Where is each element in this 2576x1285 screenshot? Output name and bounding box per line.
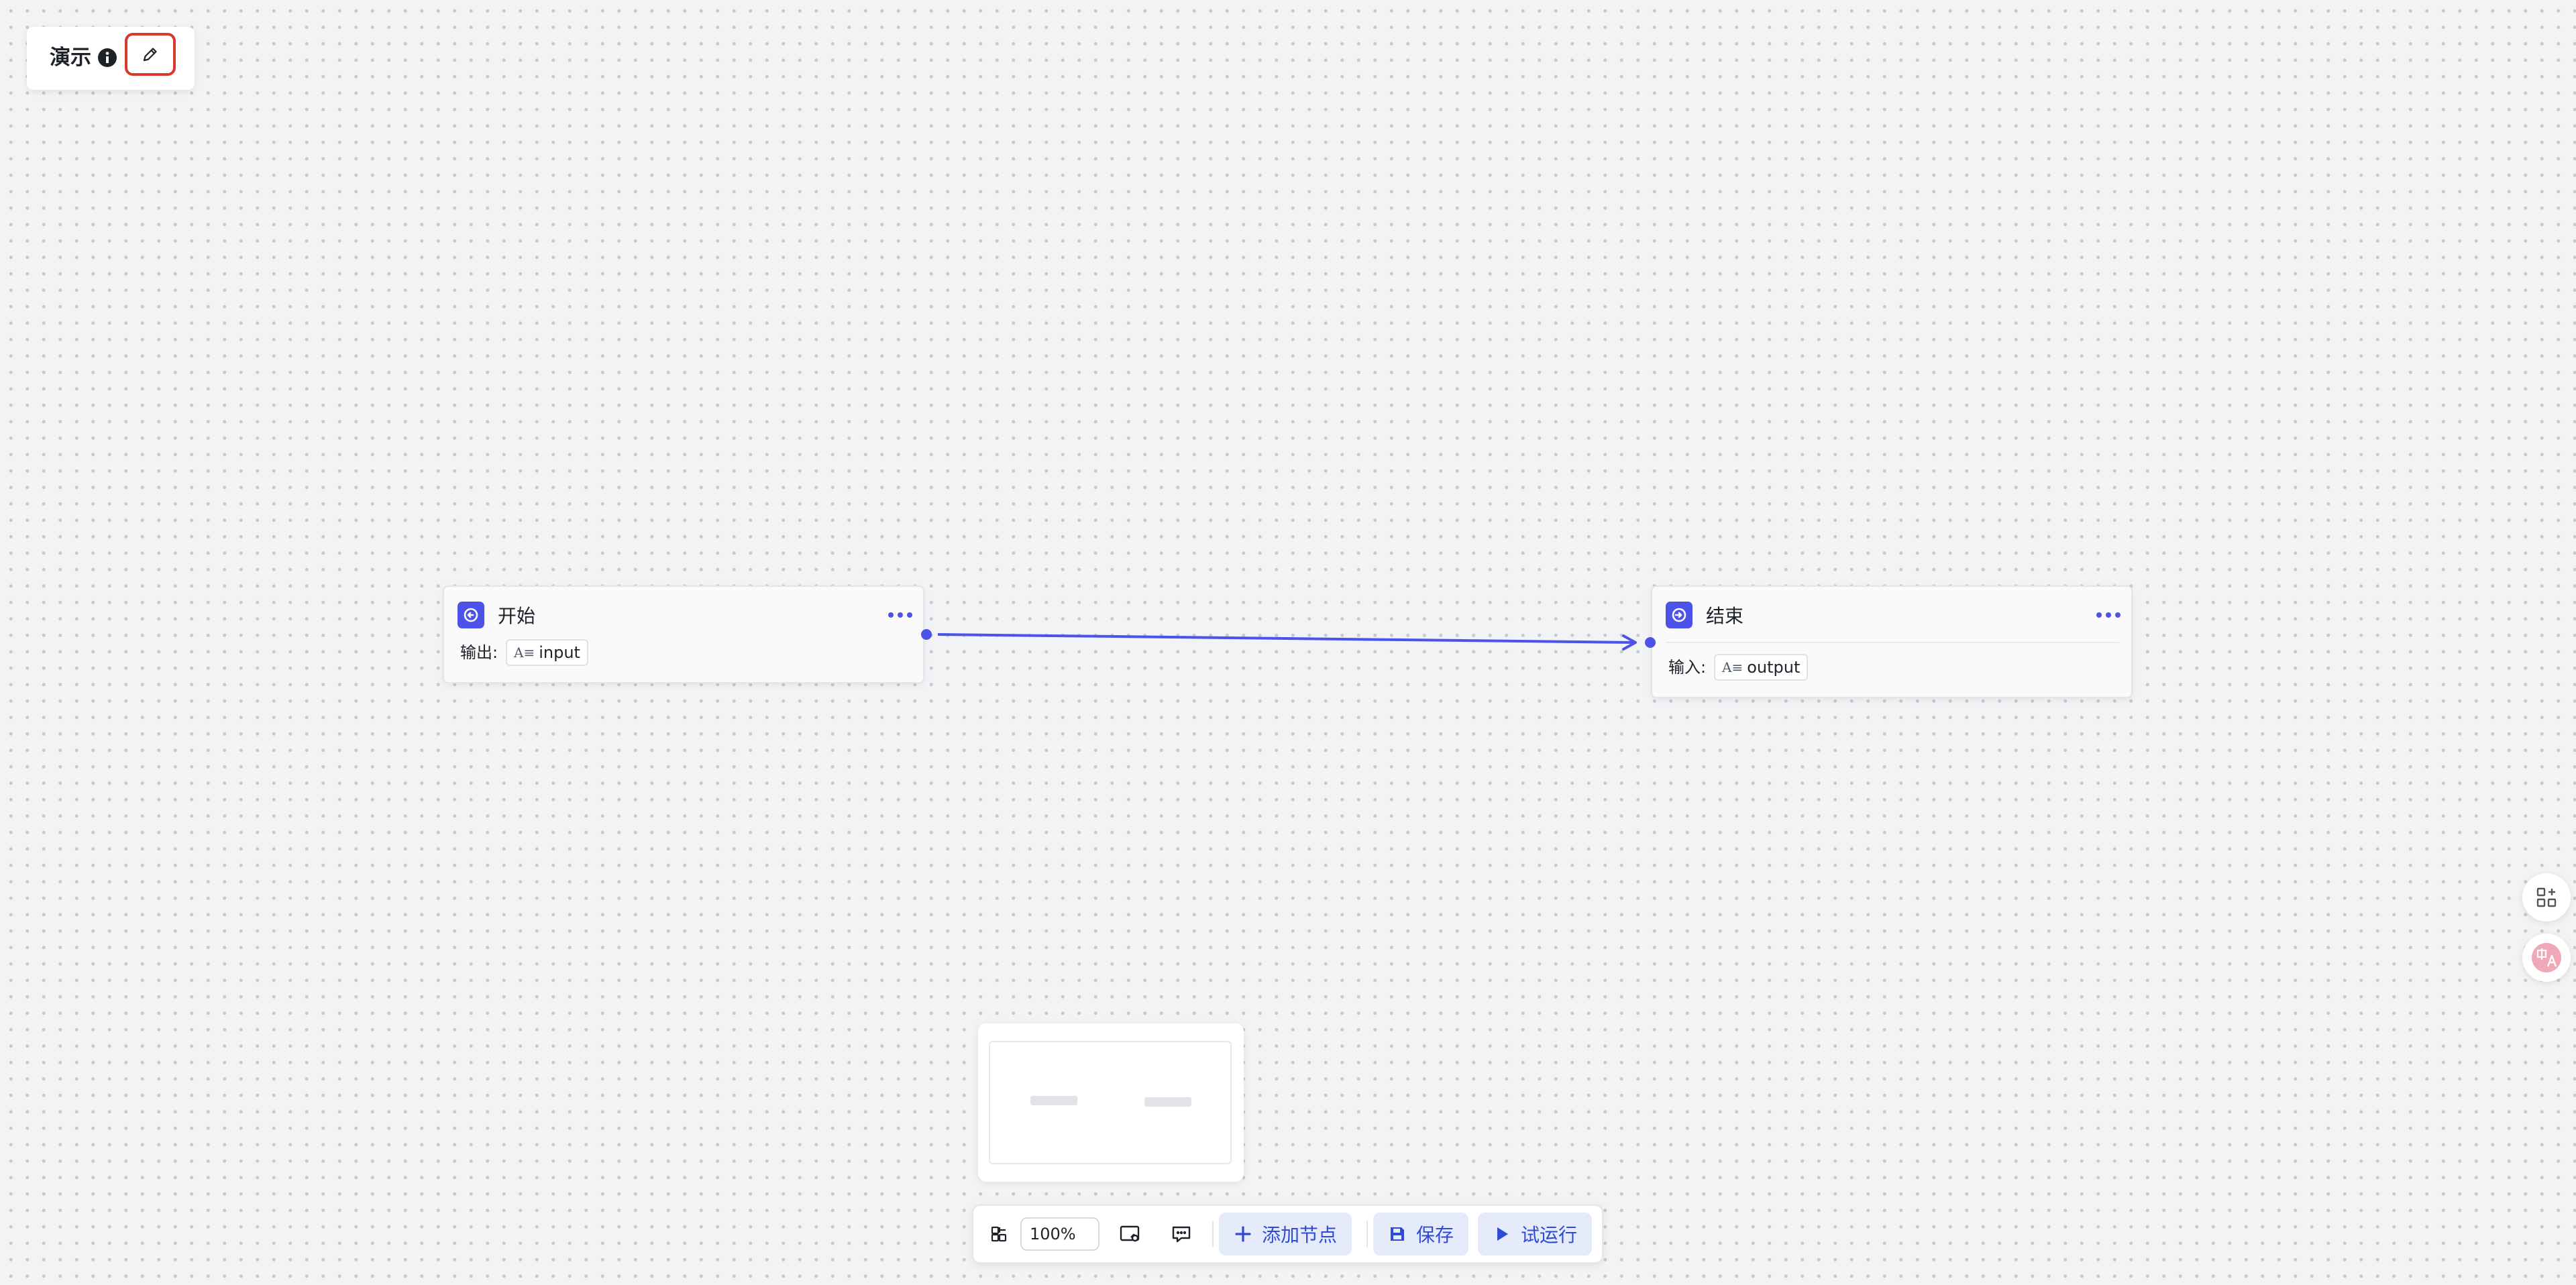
start-node[interactable]: 开始 输出: A≡ input	[443, 585, 924, 683]
start-output-port[interactable]	[921, 629, 932, 640]
minimap-toggle-icon[interactable]	[984, 1219, 1014, 1249]
more-icon[interactable]	[2096, 608, 2121, 622]
comment-icon[interactable]	[1167, 1219, 1196, 1249]
minimap-node	[1144, 1097, 1191, 1107]
minimap-viewport[interactable]	[989, 1041, 1232, 1164]
play-icon	[1497, 1227, 1508, 1241]
end-input-label: 输入:	[1668, 658, 1707, 677]
plus-icon	[1235, 1226, 1251, 1242]
toolbar-divider	[1212, 1221, 1214, 1247]
save-button[interactable]: 保存	[1373, 1213, 1469, 1255]
string-type-icon: A≡	[514, 645, 535, 661]
string-type-icon: A≡	[1722, 659, 1743, 675]
end-node-title: 结束	[1706, 605, 1744, 627]
node-divider	[1666, 642, 2119, 643]
minimap[interactable]	[978, 1023, 1244, 1182]
end-input-variable: A≡ output	[1714, 654, 1809, 681]
end-input-port[interactable]	[1645, 637, 1656, 648]
grid-add-icon	[2536, 887, 2557, 907]
end-node[interactable]: 结束 输入: A≡ output	[1651, 585, 2133, 698]
translate-button[interactable]	[2522, 934, 2571, 982]
connection-edge[interactable]	[0, 0, 2576, 1285]
translate-icon	[2532, 943, 2561, 972]
start-output-variable: A≡ input	[506, 639, 588, 666]
add-node-button[interactable]: 添加节点	[1219, 1213, 1352, 1255]
test-run-label: 试运行	[1521, 1224, 1578, 1246]
test-run-button[interactable]: 试运行	[1478, 1213, 1593, 1255]
start-node-icon	[458, 602, 484, 628]
start-output-label: 输出:	[460, 643, 498, 662]
grid-add-button[interactable]	[2522, 873, 2571, 921]
variable-name: output	[1747, 658, 1801, 677]
end-node-icon	[1666, 602, 1693, 628]
save-icon	[1391, 1227, 1404, 1241]
minimap-node	[1030, 1096, 1077, 1105]
more-icon[interactable]	[888, 608, 912, 622]
add-node-label: 添加节点	[1262, 1224, 1338, 1246]
zoom-level-input[interactable]: 100%	[1020, 1217, 1099, 1251]
fit-view-icon[interactable]	[1116, 1219, 1145, 1249]
start-node-title: 开始	[498, 605, 536, 627]
bottom-toolbar: 100% 添加节点 保存 试运行	[972, 1205, 1603, 1264]
save-label: 保存	[1416, 1224, 1454, 1246]
toolbar-divider	[1366, 1221, 1368, 1247]
variable-name: input	[539, 643, 580, 662]
